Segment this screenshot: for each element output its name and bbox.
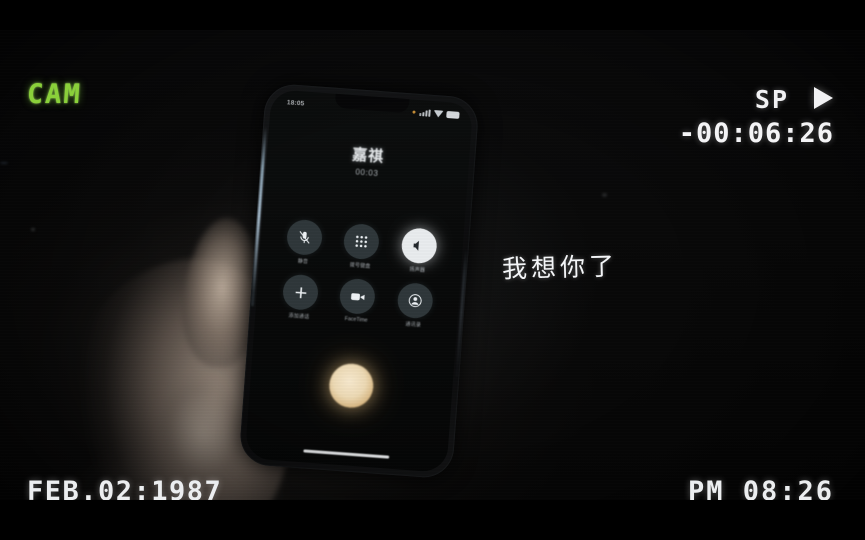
orange-status-dot-icon (412, 109, 416, 114)
camcorder-video-frame: 18:05 嘉祺 00:03 静音 拨号键盘 扬声器 添加通话 FaceTime… (0, 0, 865, 540)
play-triangle-icon (814, 87, 833, 109)
control-speaker[interactable]: 扬声器 (388, 226, 448, 275)
home-indicator-bar[interactable] (303, 448, 390, 459)
wifi-icon (433, 109, 444, 118)
status-bar-indicators (412, 107, 460, 119)
mute-button[interactable] (285, 218, 324, 257)
mute-label: 静音 (297, 258, 309, 266)
facetime-label: FaceTime (344, 316, 368, 324)
control-mute[interactable]: 静音 (274, 218, 334, 267)
end-call-button[interactable] (327, 362, 375, 410)
microphone-mute-icon (299, 231, 310, 244)
status-bar-time: 18:05 (286, 99, 305, 108)
control-keypad[interactable]: 拨号键盘 (331, 222, 391, 271)
handwritten-caption: 我想你了 (501, 251, 619, 284)
keypad-label: 拨号键盘 (349, 262, 371, 270)
control-facetime[interactable]: FaceTime (327, 277, 387, 326)
letterbox-bar-bottom (0, 500, 865, 540)
cam-mode-label: CAM (25, 79, 83, 110)
tape-speed-label: SP (754, 85, 789, 114)
keypad-icon (355, 235, 368, 248)
battery-icon (446, 110, 460, 119)
add-call-button[interactable] (281, 273, 320, 311)
date-stamp: FEB.02:1987 (27, 476, 223, 500)
letterbox-bar-top (0, 0, 865, 30)
contacts-label: 通讯录 (405, 321, 422, 329)
ambient-light-speck (0, 162, 8, 164)
ambient-light-speck (602, 193, 607, 197)
facetime-button[interactable] (339, 277, 377, 316)
control-add-call[interactable]: 添加通话 (270, 273, 330, 322)
contacts-person-icon (408, 294, 422, 308)
control-contacts[interactable]: 通讯录 (384, 281, 444, 330)
call-header: 嘉祺 00:03 (266, 137, 470, 185)
speaker-button[interactable] (400, 227, 438, 265)
phone-screen: 18:05 嘉祺 00:03 静音 拨号键盘 扬声器 添加通话 FaceTime… (244, 89, 474, 473)
call-controls-grid: 静音 拨号键盘 扬声器 添加通话 FaceTime 通讯录 (270, 218, 449, 330)
keypad-button[interactable] (343, 222, 381, 261)
add-call-label: 添加通话 (288, 312, 310, 321)
clock-stamp: PM 08:26 (687, 476, 834, 500)
timecode-readout: -00:06:26 (678, 118, 834, 149)
plus-icon (295, 286, 307, 298)
video-scene: 18:05 嘉祺 00:03 静音 拨号键盘 扬声器 添加通话 FaceTime… (0, 30, 865, 500)
video-camera-icon (351, 292, 365, 300)
contacts-button[interactable] (396, 281, 434, 320)
cellular-signal-icon (419, 108, 431, 117)
phone-body: 18:05 嘉祺 00:03 静音 拨号键盘 扬声器 添加通话 FaceTime… (238, 82, 480, 480)
speaker-label: 扬声器 (409, 266, 426, 274)
smartphone: 18:05 嘉祺 00:03 静音 拨号键盘 扬声器 添加通话 FaceTime… (238, 82, 480, 480)
speaker-icon (413, 240, 419, 251)
